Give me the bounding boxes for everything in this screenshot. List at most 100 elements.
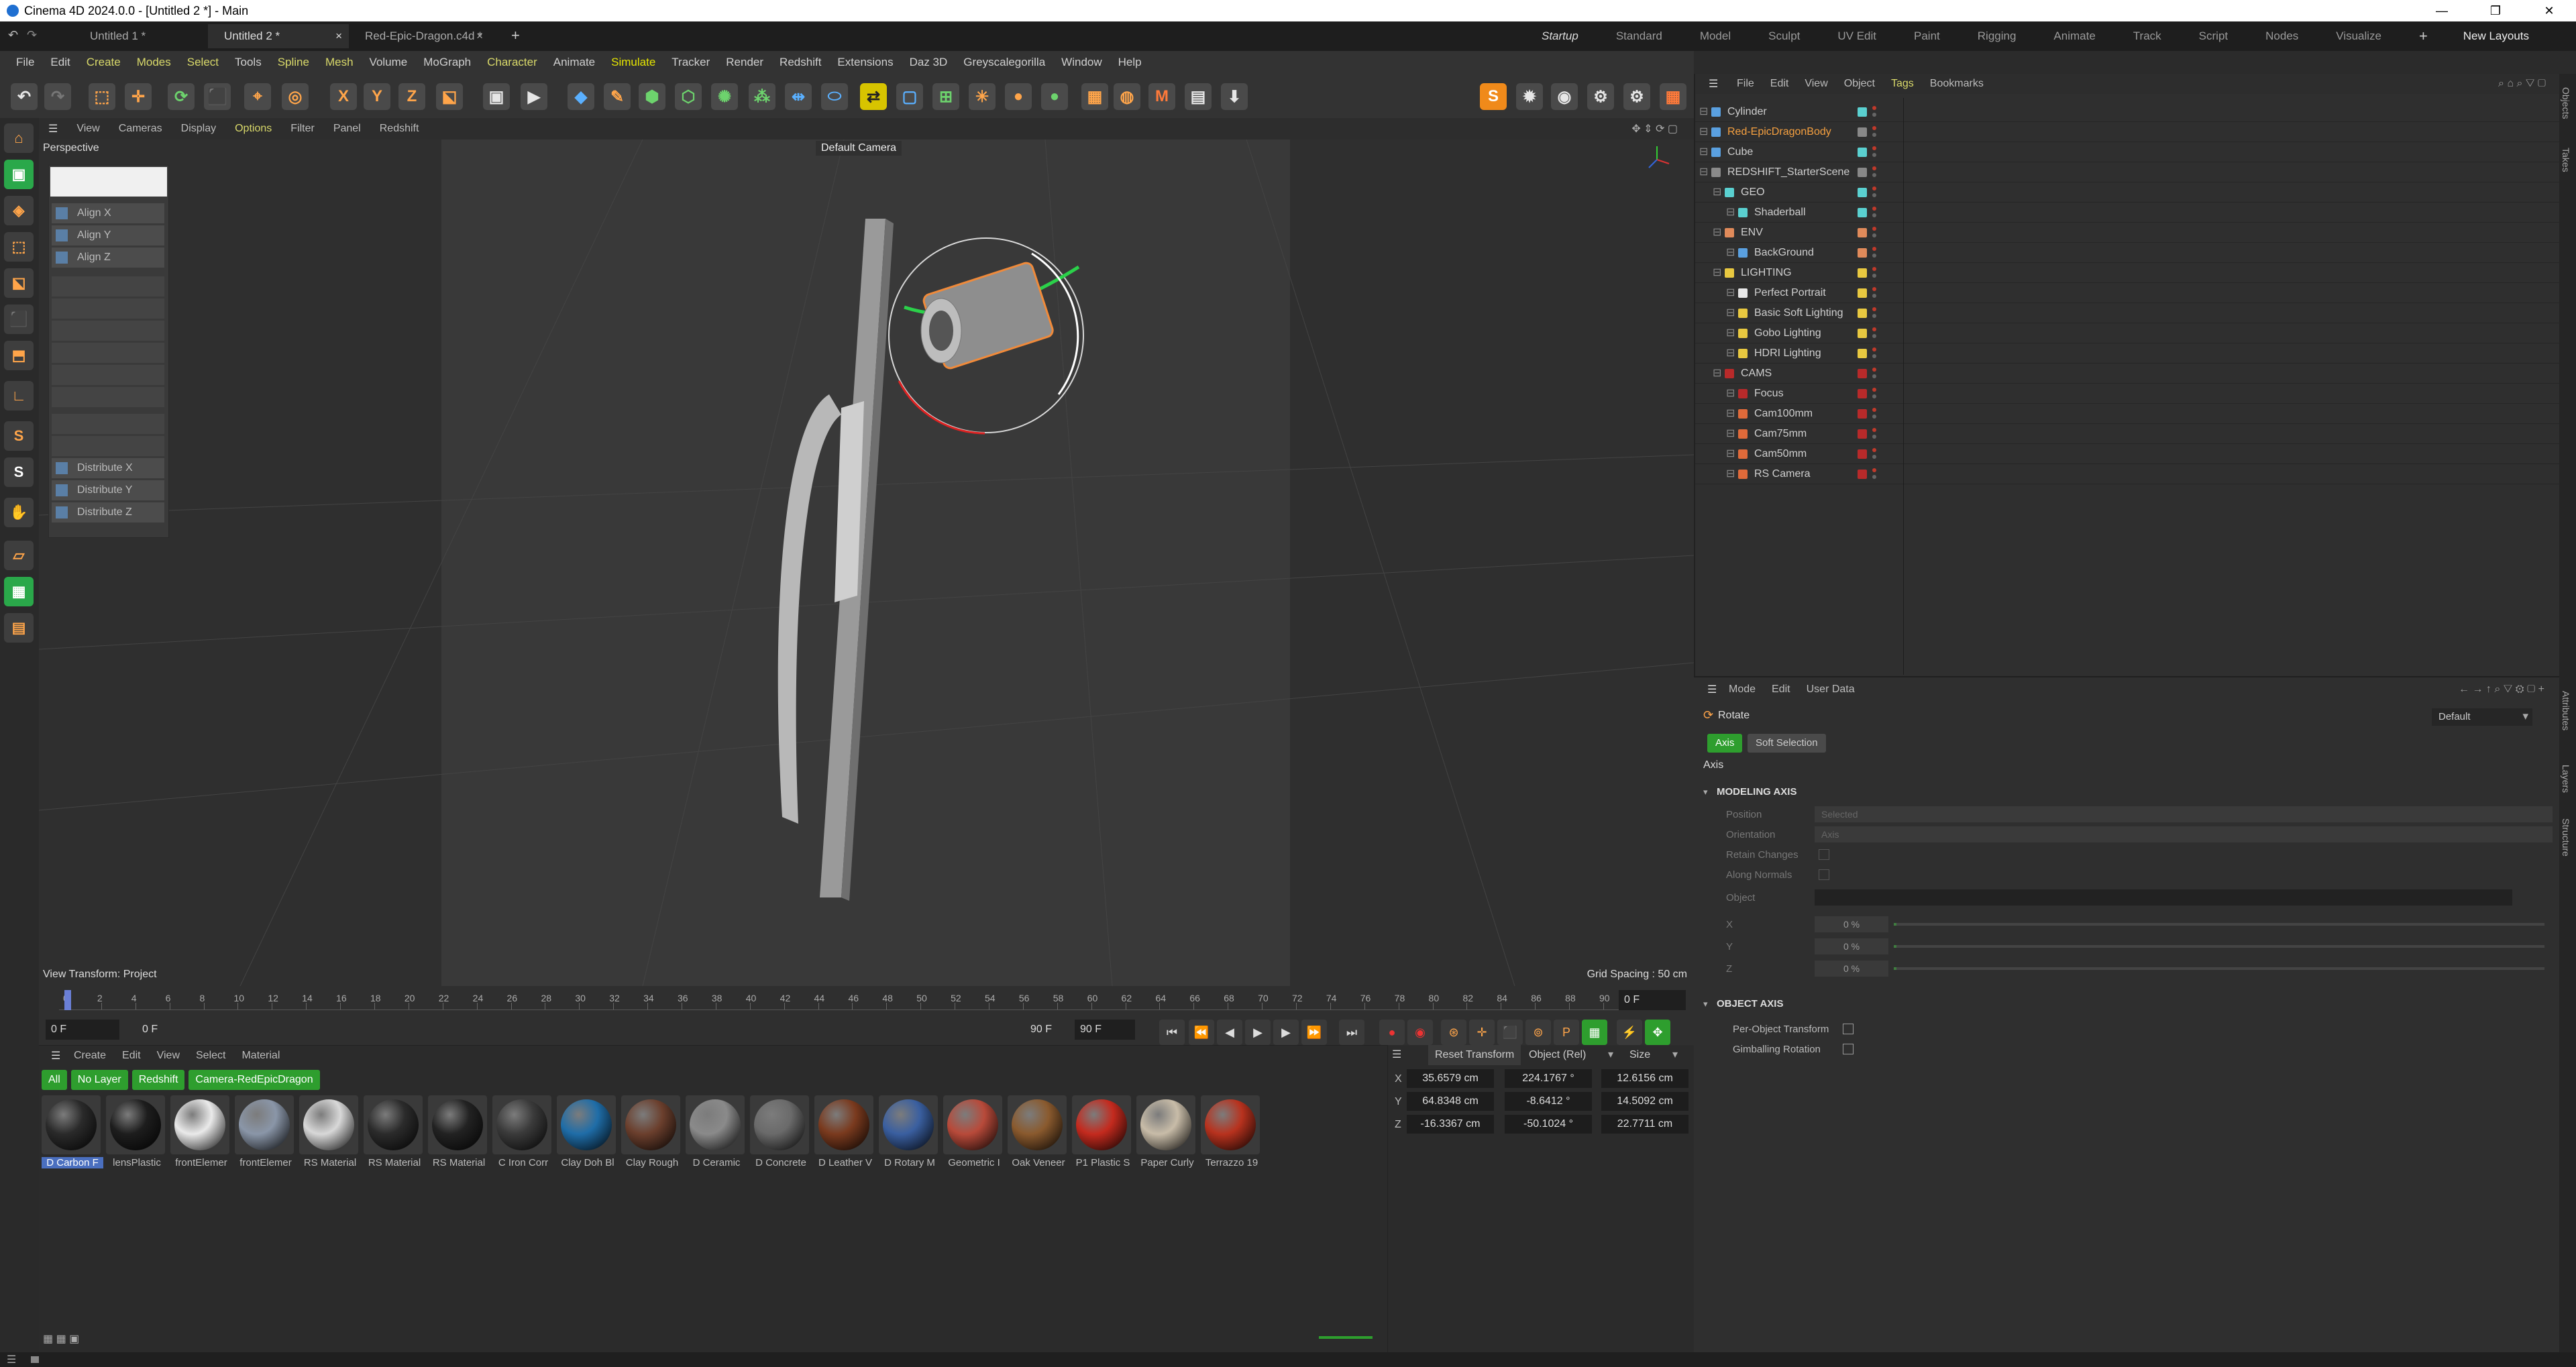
rotation-z-field[interactable]: -50.1024 ° [1505, 1115, 1592, 1134]
motion-icon[interactable]: M [1148, 83, 1175, 110]
material-swatch[interactable]: Oak Veneer [1008, 1095, 1069, 1168]
object-name[interactable]: Cam100mm [1754, 404, 1813, 424]
maximize-button[interactable]: ❐ [2469, 0, 2522, 21]
position-z-field[interactable]: -16.3367 cm [1407, 1115, 1494, 1134]
points-mode-icon[interactable]: ⬚ [4, 232, 34, 262]
filter-no-layer-button[interactable]: No Layer [70, 1070, 128, 1090]
visibility-dots-icon[interactable] [1872, 146, 1876, 158]
object-row[interactable]: ⊟ LIGHTING [1695, 263, 2561, 283]
grid-icon[interactable]: ⊞ [932, 83, 959, 110]
align-y-button[interactable]: Align Y [52, 225, 164, 245]
object-name[interactable]: HDRI Lighting [1754, 343, 1821, 364]
layer-color-swatch[interactable] [1858, 369, 1867, 378]
object-name[interactable]: CAMS [1741, 364, 1772, 384]
side-tab-objects[interactable]: Objects [2561, 87, 2571, 119]
object-name[interactable]: Basic Soft Lighting [1754, 303, 1843, 323]
layout-animate[interactable]: Animate [2035, 30, 2114, 43]
visibility-dots-icon[interactable] [1872, 227, 1876, 239]
menu-animate[interactable]: Animate [545, 56, 603, 69]
object-name[interactable]: GEO [1741, 182, 1765, 203]
position-x-field[interactable]: 35.6579 cm [1407, 1069, 1494, 1088]
layer-color-swatch[interactable] [1858, 228, 1867, 237]
align-option-button[interactable] [52, 387, 164, 407]
extrude-icon[interactable]: ⬡ [675, 83, 702, 110]
coord-hamburger-icon[interactable]: ☰ [1392, 1045, 1401, 1065]
menu-mograph[interactable]: MoGraph [415, 56, 479, 69]
visibility-dots-icon[interactable] [1872, 327, 1876, 339]
dropdown-chevron-icon[interactable]: ▾ [1608, 1045, 1613, 1065]
object-name[interactable]: Perfect Portrait [1754, 283, 1826, 303]
attr-nav-icons[interactable]: ← → ↑ ⌕ ▽ ⚙ ▢ + [2451, 684, 2553, 696]
expand-toggle-icon[interactable]: ⊟ [1713, 263, 1721, 283]
expand-toggle-icon[interactable]: ⊟ [1726, 343, 1735, 364]
close-button[interactable]: ✕ [2522, 0, 2576, 21]
material-view-mode-icons[interactable]: ▦ ▦ ▣ [43, 1332, 79, 1346]
next-key-icon[interactable]: ⏩ [1301, 1020, 1327, 1045]
om-menu-object[interactable]: Object [1836, 78, 1883, 90]
fracture-icon[interactable]: ⁂ [749, 83, 775, 110]
expand-toggle-icon[interactable]: ⊟ [1713, 364, 1721, 384]
visibility-dots-icon[interactable] [1872, 428, 1876, 440]
playhead-marker[interactable] [64, 990, 71, 1010]
layer-color-swatch[interactable] [1858, 449, 1867, 459]
material-swatch[interactable]: Clay Rough [621, 1095, 683, 1168]
render-queue-icon[interactable]: ▦ [1660, 83, 1686, 110]
camera-icon[interactable]: ▢ [896, 83, 923, 110]
visibility-dots-icon[interactable] [1872, 347, 1876, 360]
render-to-picture-viewer-icon[interactable]: ▶ [521, 83, 547, 110]
undo-history-icon[interactable]: ↶ [8, 28, 18, 42]
object-name[interactable]: Cam50mm [1754, 444, 1807, 464]
material-swatch[interactable]: Clay Doh Bl [557, 1095, 619, 1168]
timeline-tool-icon[interactable]: ⚡ [1617, 1020, 1642, 1045]
menu-tools[interactable]: Tools [227, 56, 270, 69]
3d-viewport[interactable]: Perspective Default Camera View Transfor… [39, 140, 1694, 986]
settings-gear-icon[interactable]: ✹ [1516, 83, 1543, 110]
layer-color-swatch[interactable] [1858, 188, 1867, 197]
material-swatch[interactable]: C Iron Corr [492, 1095, 554, 1168]
layer-color-swatch[interactable] [1858, 107, 1867, 117]
visibility-dots-icon[interactable] [1872, 126, 1876, 138]
menu-redshift[interactable]: Redshift [771, 56, 829, 69]
close-tab-icon[interactable]: × [335, 24, 342, 48]
render-view-icon[interactable]: ▣ [483, 83, 510, 110]
layer-color-swatch[interactable] [1858, 429, 1867, 439]
expand-toggle-icon[interactable]: ⊟ [1713, 182, 1721, 203]
material-swatch[interactable]: Geometric I [943, 1095, 1005, 1168]
expand-toggle-icon[interactable]: ⊟ [1726, 404, 1735, 424]
filter-all-button[interactable]: All [42, 1070, 67, 1090]
layout-model[interactable]: Model [1681, 30, 1750, 43]
material-swatch[interactable]: RS Material [299, 1095, 361, 1168]
layer-color-swatch[interactable] [1858, 168, 1867, 177]
viewport-menu-display[interactable]: Display [172, 123, 225, 135]
material-menu-edit[interactable]: Edit [114, 1050, 149, 1062]
new-tab-icon[interactable]: + [511, 27, 520, 44]
material-hamburger-icon[interactable]: ☰ [43, 1049, 68, 1062]
grid-plane-icon[interactable]: ▦ [4, 577, 34, 606]
menu-spline[interactable]: Spline [270, 56, 317, 69]
material-swatch[interactable]: RS Material [428, 1095, 490, 1168]
polygons-mode-icon[interactable]: ⬛ [4, 305, 34, 334]
object-row[interactable]: ⊟ GEO [1695, 182, 2561, 203]
object-name[interactable]: LIGHTING [1741, 263, 1792, 283]
material-swatch[interactable]: frontElemer [170, 1095, 232, 1168]
object-row[interactable]: ⊟ BackGround [1695, 243, 2561, 263]
preview-end-field[interactable]: 90 F [1025, 1020, 1072, 1040]
attr-menu-user-data[interactable]: User Data [1799, 684, 1863, 696]
visibility-dots-icon[interactable] [1872, 166, 1876, 178]
collapse-chevron-icon[interactable]: ▾ [1703, 999, 1708, 1009]
axis-percent-field[interactable]: 0 % [1815, 961, 1888, 977]
fps-icon[interactable]: ▦ [1582, 1020, 1607, 1045]
distribute-z-button[interactable]: Distribute Z [52, 502, 164, 523]
attr-hamburger-icon[interactable]: ☰ [1699, 683, 1725, 696]
expand-toggle-icon[interactable]: ⊟ [1699, 102, 1708, 122]
locked-workplane-icon[interactable]: ▤ [4, 613, 34, 643]
goto-start-icon[interactable]: ⏮ [1159, 1020, 1185, 1045]
object-row[interactable]: ⊟ Cam100mm [1695, 404, 2561, 424]
key-pla-icon[interactable]: P [1554, 1020, 1579, 1045]
menu-greyscalegorilla[interactable]: Greyscalegorilla [955, 56, 1053, 69]
retain-changes-checkbox[interactable] [1819, 849, 1829, 860]
doc-tab-untitled-2[interactable]: Untitled 2 * × [208, 24, 349, 48]
attr-preset-dropdown[interactable]: Default [2432, 708, 2532, 726]
layer-color-swatch[interactable] [1858, 389, 1867, 398]
visibility-dots-icon[interactable] [1872, 267, 1876, 279]
